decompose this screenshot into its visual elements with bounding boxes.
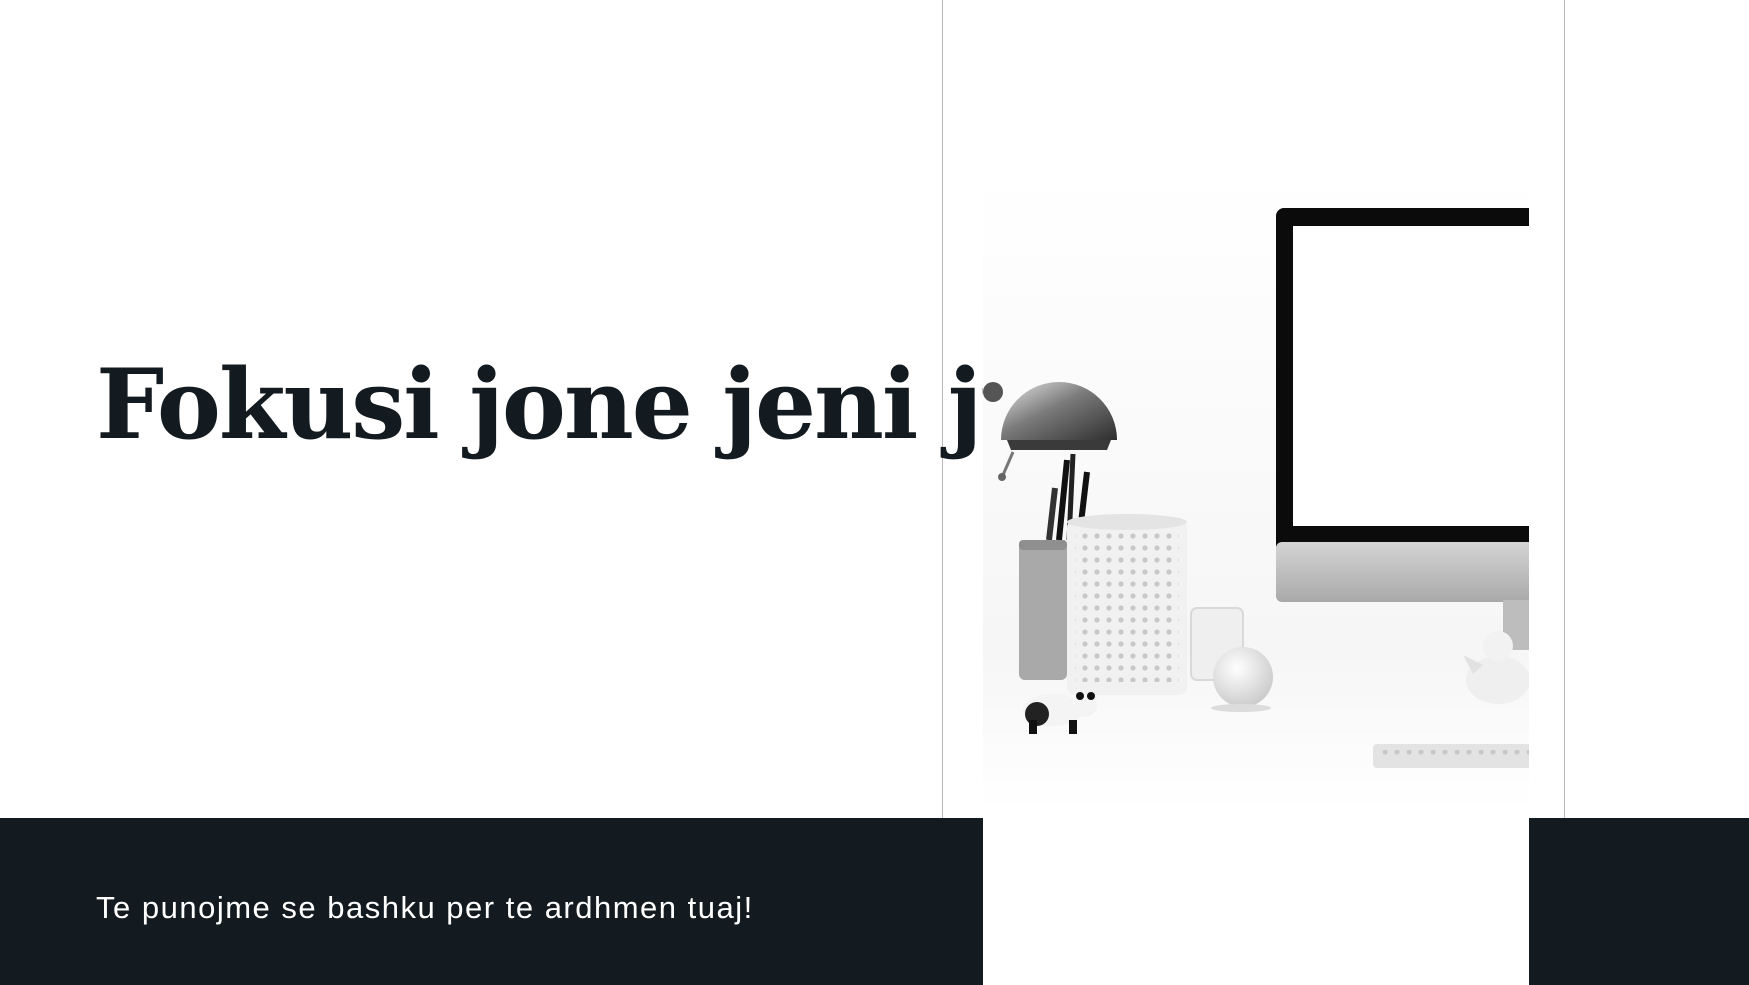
slide-subtitle: Te punojme se bashku per te ardhmen tuaj… xyxy=(96,890,754,925)
pen-holder xyxy=(1067,514,1187,695)
footer-bar-right xyxy=(1529,818,1749,985)
slide: Fokusi jone jeni ju Te punojme se bashku… xyxy=(0,0,1749,985)
divider-line-right xyxy=(1564,0,1565,818)
desk-photo xyxy=(983,170,1529,810)
desk-illustration xyxy=(983,170,1529,810)
slide-title: Fokusi jone jeni ju xyxy=(96,348,1050,461)
monitor xyxy=(1276,208,1529,650)
